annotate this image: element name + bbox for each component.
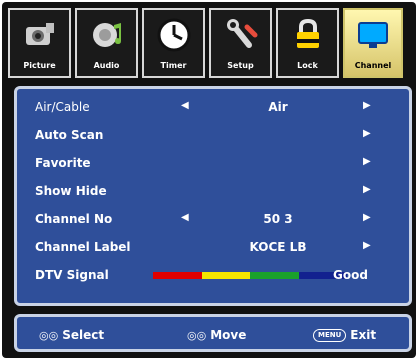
select-arrows-icon: ◎◎ [39,328,59,342]
air-cable-value: Air [268,100,288,114]
channel-settings-panel: Air/Cable ◀ Air ▶ Auto Scan ▶ Favorite ▶… [14,86,412,306]
signal-segment-green [250,272,299,279]
menu-row-show-hide[interactable]: Show Hide ▶ [17,181,409,203]
speaker-icon [85,13,129,57]
lock-icon [286,13,330,57]
menu-row-channel-no[interactable]: Channel No ◀ 50 3 ▶ [17,209,409,231]
left-arrow-icon[interactable]: ◀ [181,100,189,111]
tab-bar: Picture Audio Timer Setup Lock Channel [8,8,412,78]
right-arrow-icon[interactable]: ▶ [363,128,371,139]
menu-label-auto-scan: Auto Scan [35,128,104,142]
hint-move: ◎◎ Move [187,328,246,342]
clock-icon [152,13,196,57]
channel-label-value: KOCE LB [249,240,307,254]
menu-label-favorite: Favorite [35,156,91,170]
menu-row-dtv-signal: DTV Signal Good [17,265,409,287]
wrench-icon [219,13,263,57]
menu-label-dtv-signal: DTV Signal [35,268,109,282]
tab-timer[interactable]: Timer [142,8,205,78]
menu-row-air-cable[interactable]: Air/Cable ◀ Air ▶ [17,97,409,119]
right-arrow-icon[interactable]: ▶ [363,240,371,251]
tab-lock[interactable]: Lock [276,8,339,78]
hint-exit: MENU Exit [313,328,376,342]
right-arrow-icon[interactable]: ▶ [363,100,371,111]
hint-exit-label: Exit [350,328,377,342]
menu-label-channel-no: Channel No [35,212,113,226]
signal-segment-yellow [201,272,250,279]
right-arrow-icon[interactable]: ▶ [363,156,371,167]
channel-no-value: 50 3 [263,212,293,226]
footer-hints: ◎◎ Select ◎◎ Move MENU Exit [14,314,412,352]
hint-select-label: Select [62,328,105,342]
tab-picture[interactable]: Picture [8,8,71,78]
menu-row-channel-label[interactable]: Channel Label KOCE LB ▶ [17,237,409,259]
signal-segment-red [153,272,202,279]
right-arrow-icon[interactable]: ▶ [363,212,371,223]
signal-quality-value: Good [333,268,368,282]
menu-label-show-hide: Show Hide [35,184,107,198]
menu-row-auto-scan[interactable]: Auto Scan ▶ [17,125,409,147]
tab-setup[interactable]: Setup [209,8,272,78]
menu-key-icon: MENU [313,328,347,342]
move-arrows-icon: ◎◎ [187,328,207,342]
tab-channel[interactable]: Channel [343,8,403,78]
hint-move-label: Move [210,328,247,342]
menu-label-air-cable: Air/Cable [35,100,90,114]
camera-icon [18,13,62,57]
left-arrow-icon[interactable]: ◀ [181,212,189,223]
monitor-icon [351,13,395,57]
tab-audio[interactable]: Audio [75,8,138,78]
right-arrow-icon[interactable]: ▶ [363,184,371,195]
hint-select: ◎◎ Select [39,328,104,342]
menu-label-channel-label: Channel Label [35,240,131,254]
signal-strength-bar [153,272,347,279]
menu-row-favorite[interactable]: Favorite ▶ [17,153,409,175]
